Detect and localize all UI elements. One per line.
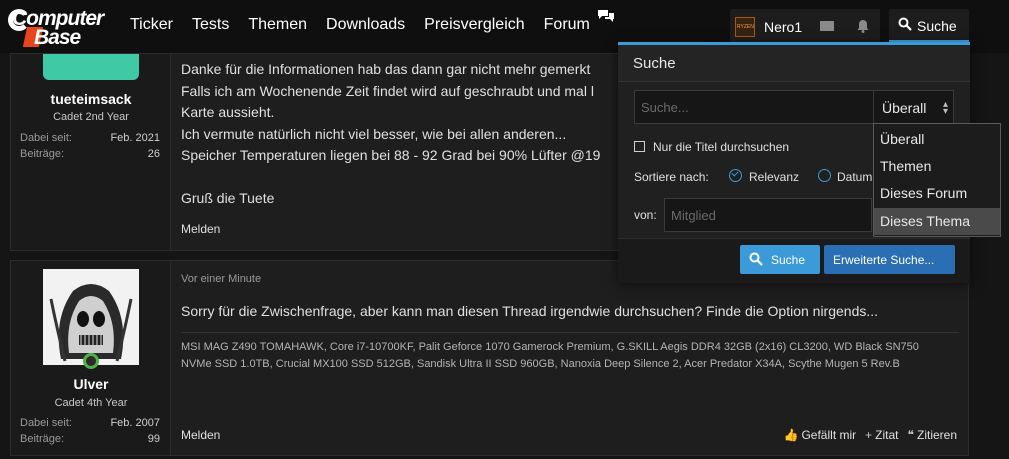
- post-user-sidebar: tueteimsack Cadet 2nd Year Dabei seit: Fe…: [11, 54, 171, 250]
- sort-label: Sortiere nach:: [634, 170, 709, 184]
- avatar[interactable]: [43, 54, 139, 80]
- title-only-checkbox[interactable]: [634, 141, 645, 152]
- post-body: Sorry für die Zwischenfrage, aber kann m…: [181, 303, 879, 319]
- quote-marks-icon: ❝: [907, 428, 914, 442]
- post-body: Danke für die Informationen hab das dann…: [181, 61, 601, 206]
- from-label: von:: [634, 208, 657, 222]
- search-input[interactable]: Suche...: [634, 90, 873, 124]
- skull-avatar-image: [43, 269, 139, 365]
- chat-bubbles-icon: [598, 10, 614, 22]
- search-popup-title: Suche: [633, 55, 676, 72]
- post-actions: 👍 Gefällt mir + Zitat ❝ Zitieren: [784, 428, 957, 442]
- nav-themen[interactable]: Themen: [248, 16, 307, 34]
- advanced-search-button[interactable]: Erweiterte Suche...: [824, 245, 955, 274]
- search-submit-button[interactable]: Suche: [740, 245, 820, 274]
- joined-row: Dabei seit: Feb. 2007: [20, 417, 160, 429]
- nav-forum[interactable]: Forum: [544, 16, 590, 34]
- search-icon: [898, 17, 912, 31]
- member-input[interactable]: Mitglied: [664, 198, 872, 232]
- online-status-indicator: [83, 353, 99, 369]
- post-user-sidebar: Ulver Cadet 4th Year Dabei seit: Feb. 200…: [11, 261, 171, 455]
- avatar: RYZEN: [735, 17, 755, 37]
- nav-ticker[interactable]: Ticker: [130, 16, 173, 34]
- nav-downloads[interactable]: Downloads: [326, 16, 405, 34]
- plus-icon: +: [865, 428, 873, 442]
- mail-icon[interactable]: [820, 21, 834, 31]
- like-button[interactable]: 👍 Gefällt mir: [784, 428, 857, 442]
- nav-tests[interactable]: Tests: [192, 16, 229, 34]
- search-popup-footer: Suche Erweiterte Suche...: [618, 238, 970, 283]
- post-timestamp[interactable]: Vor einer Minute: [181, 273, 261, 285]
- post-author[interactable]: tueteimsack: [11, 91, 171, 107]
- report-link[interactable]: Melden: [181, 222, 220, 236]
- post-count-row: Beiträge: 26: [20, 148, 160, 160]
- sort-relevance-radio[interactable]: [729, 169, 742, 182]
- search-scope-select[interactable]: Überall ▴ ▾: [873, 90, 954, 124]
- search-popup-header: Suche: [618, 45, 970, 82]
- search-icon: [749, 252, 763, 266]
- user-menu[interactable]: RYZEN Nero1: [730, 9, 880, 43]
- header-search-label: Suche: [917, 18, 957, 34]
- forum-post: Ulver Cadet 4th Year Dabei seit: Feb. 200…: [10, 260, 969, 456]
- username: Nero1: [764, 19, 803, 35]
- user-rank: Cadet 4th Year: [54, 397, 128, 409]
- header-search-button[interactable]: Suche: [889, 9, 969, 43]
- logo-text-line2: Base: [34, 26, 81, 49]
- search-scope-dropdown: Überall Themen Dieses Forum Dieses Thema: [873, 123, 1001, 237]
- main-nav: Ticker Tests Themen Downloads Preisvergl…: [130, 16, 609, 34]
- scope-option-threads[interactable]: Themen: [874, 153, 1000, 180]
- title-only-label[interactable]: Nur die Titel durchsuchen: [653, 140, 789, 154]
- bell-icon[interactable]: [857, 19, 869, 33]
- scope-option-this-thread[interactable]: Dieses Thema: [874, 208, 1000, 235]
- sort-date-label[interactable]: Datum: [837, 170, 872, 184]
- sort-relevance-label[interactable]: Relevanz: [749, 170, 799, 184]
- joined-row: Dabei seit: Feb. 2021: [20, 132, 160, 144]
- nav-preisvergleich[interactable]: Preisvergleich: [424, 16, 524, 34]
- select-arrows-icon: ▴ ▾: [942, 99, 948, 117]
- user-rank: Cadet 2nd Year: [53, 111, 129, 123]
- avatar[interactable]: [43, 269, 139, 365]
- report-link[interactable]: Melden: [181, 428, 220, 442]
- thumbs-up-icon: 👍: [783, 428, 799, 442]
- scope-option-everywhere[interactable]: Überall: [874, 126, 1000, 153]
- computerbase-logo[interactable]: Computer Base: [8, 5, 113, 49]
- quote-button[interactable]: + Zitat: [865, 428, 898, 442]
- scope-option-this-forum[interactable]: Dieses Forum: [874, 180, 1000, 207]
- user-signature: MSI MAG Z490 TOMAHAWK, Core i7-10700KF, …: [181, 332, 959, 373]
- reply-quote-button[interactable]: ❝ Zitieren: [908, 428, 957, 442]
- post-author[interactable]: Ulver: [11, 376, 171, 392]
- sort-date-radio[interactable]: [818, 169, 831, 182]
- post-count-row: Beiträge: 99: [20, 433, 160, 445]
